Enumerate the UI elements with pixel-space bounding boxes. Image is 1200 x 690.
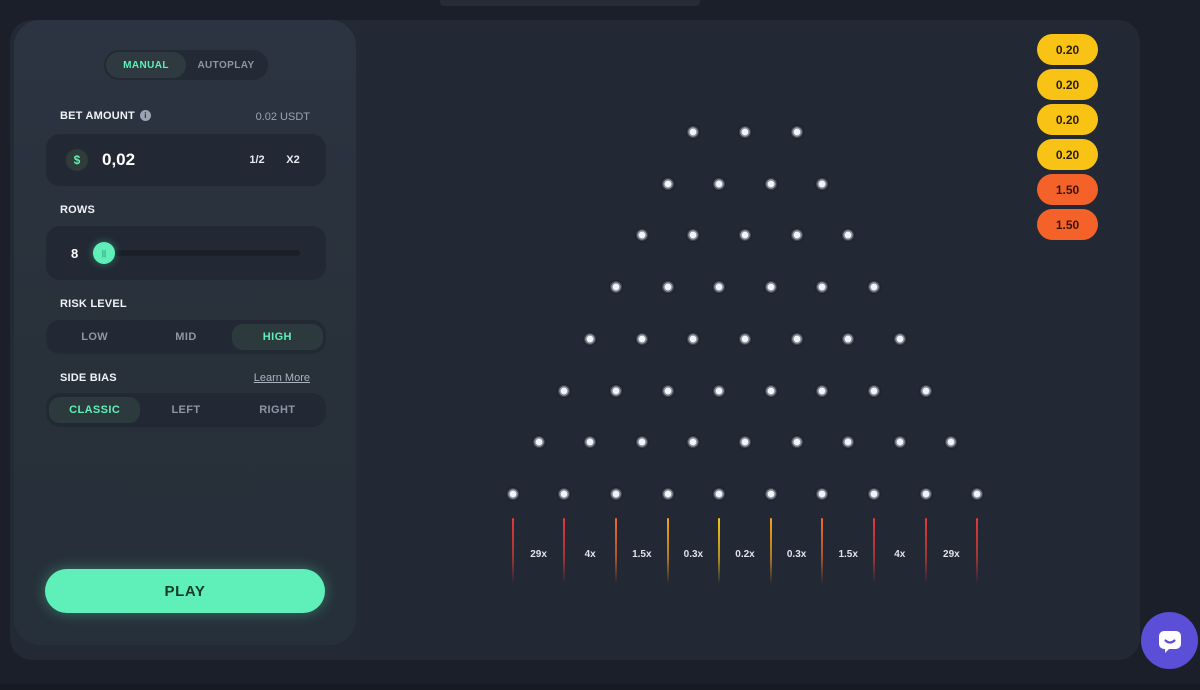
peg (971, 487, 984, 500)
result-badge: 0.20 (1037, 139, 1098, 170)
peg (816, 384, 829, 397)
multiplier-label: 1.5x (632, 549, 652, 560)
peg (532, 436, 545, 449)
peg (764, 487, 777, 500)
learn-more-link[interactable]: Learn More (240, 372, 310, 384)
bucket-divider (924, 518, 927, 584)
rows-label: ROWS (60, 204, 96, 216)
peg (635, 332, 648, 345)
peg (713, 384, 726, 397)
peg (868, 281, 880, 294)
rows-slider-thumb[interactable]: || (93, 242, 115, 264)
result-badge: 0.20 (1037, 34, 1098, 65)
play-button[interactable]: PLAY (45, 569, 325, 613)
peg (713, 487, 726, 500)
peg (868, 384, 880, 397)
peg (790, 436, 803, 449)
mode-tabs: MANUAL AUTOPLAY (104, 50, 268, 80)
rows-slider-box: 8 || (46, 226, 326, 280)
peg (739, 332, 751, 345)
result-badge: 0.20 (1037, 104, 1098, 135)
peg (790, 126, 803, 138)
multiplier-label: 0.3x (683, 549, 704, 560)
peg (764, 384, 777, 397)
multiplier-label: 4x (894, 549, 906, 560)
rows-value: 8 (71, 246, 79, 261)
peg (661, 384, 674, 397)
peg (661, 487, 674, 500)
risk-low-option[interactable]: LOW (49, 324, 140, 350)
tab-manual[interactable]: MANUAL (106, 52, 186, 78)
bet-amount-label-text: BET AMOUNT (60, 110, 135, 122)
bias-left-option[interactable]: LEFT (140, 397, 231, 423)
multiplier-label: 29x (943, 549, 960, 560)
peg (816, 177, 829, 190)
multiplier-label: 4x (584, 549, 596, 560)
bucket-divider (873, 518, 875, 584)
bucket-divider (976, 518, 979, 584)
peg (713, 177, 726, 190)
multiplier-label: 1.5x (838, 549, 858, 560)
peg (893, 436, 906, 449)
bucket-divider (666, 518, 669, 584)
multiplier-label: 0.2x (735, 549, 755, 560)
result-badge: 0.20 (1037, 69, 1098, 100)
peg (764, 177, 777, 190)
bucket-divider (718, 518, 721, 584)
multiplier-label: 29x (530, 549, 547, 560)
bucket-divider (511, 518, 514, 584)
peg (661, 177, 674, 190)
bet-amount-field: $ 1/2 X2 (46, 134, 326, 186)
risk-high-option[interactable]: HIGH (231, 324, 323, 350)
risk-mid-option[interactable]: MID (140, 324, 231, 350)
result-badge: 1.50 (1037, 209, 1098, 240)
tab-autoplay[interactable]: AUTOPLAY (186, 52, 266, 78)
peg (764, 281, 777, 294)
peg (610, 487, 622, 500)
top-strip (440, 0, 700, 6)
bet-amount-label: BET AMOUNT i (60, 110, 151, 122)
peg (584, 332, 597, 345)
bias-classic-option[interactable]: CLASSIC (49, 397, 141, 423)
bet-converted-value: 0.02 USDT (255, 111, 310, 123)
peg (842, 332, 855, 345)
peg (661, 281, 674, 294)
peg (790, 332, 803, 345)
chat-bubble-icon (1158, 630, 1181, 653)
bet-amount-input[interactable] (102, 148, 222, 172)
peg (919, 384, 932, 397)
peg (893, 332, 906, 345)
multiplier-label: 0.3x (786, 549, 807, 560)
rows-slider-track[interactable] (104, 250, 300, 256)
peg (558, 384, 571, 397)
peg (610, 281, 622, 294)
peg (635, 436, 648, 449)
peg (919, 487, 932, 500)
side-bias-label: SIDE BIAS (60, 372, 117, 384)
bias-right-option[interactable]: RIGHT (232, 397, 323, 423)
info-icon[interactable]: i (139, 110, 151, 121)
result-badge: 1.50 (1037, 174, 1098, 205)
chat-button[interactable] (1141, 612, 1198, 669)
bucket-divider (769, 518, 772, 584)
peg (506, 487, 519, 500)
risk-level-label: RISK LEVEL (60, 298, 127, 310)
bottom-bar (0, 684, 1200, 690)
peg (610, 384, 622, 397)
bucket-divider (615, 518, 617, 584)
dollar-icon: $ (66, 149, 88, 171)
risk-level-selector: LOW MID HIGH (46, 320, 326, 354)
peg (739, 126, 751, 138)
peg (790, 229, 803, 242)
double-bet-button[interactable]: X2 (276, 147, 310, 173)
half-bet-button[interactable]: 1/2 (240, 147, 274, 173)
side-bias-selector: CLASSIC LEFT RIGHT (46, 393, 326, 427)
peg (868, 487, 880, 500)
